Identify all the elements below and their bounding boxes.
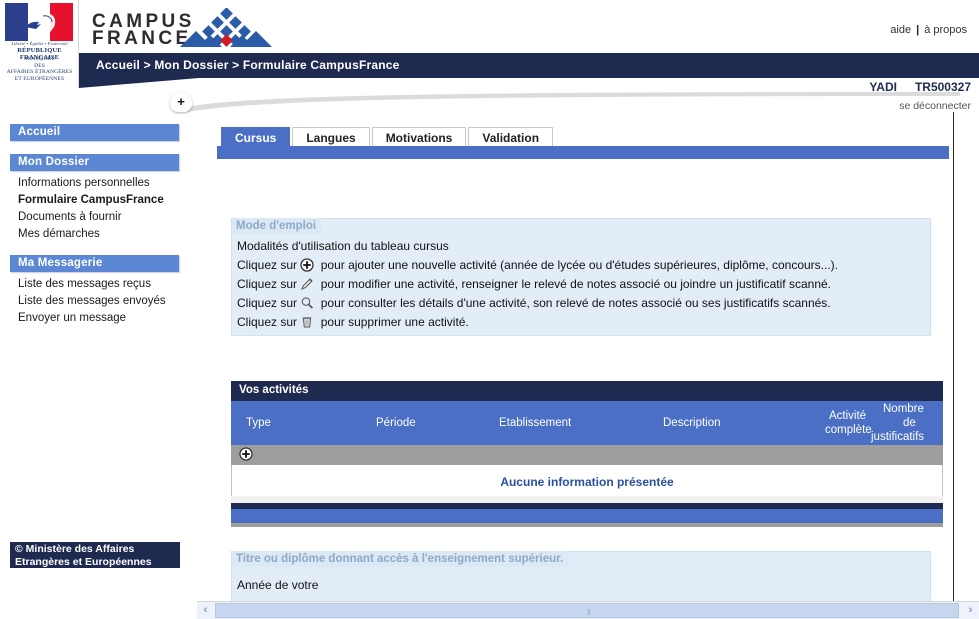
magnifier-icon[interactable] <box>300 296 317 310</box>
activities-footer-grey-bar <box>231 523 943 527</box>
mode-emploi-line-delete: Cliquez sur pour supprimer une activité. <box>237 315 469 329</box>
mode-line-prefix-4: Cliquez sur <box>237 315 298 329</box>
activities-gap <box>231 496 943 503</box>
sidebar-dossier-links: Informations personnelles Formulaire Cam… <box>0 174 195 242</box>
tab-underline-bar <box>217 146 949 159</box>
tab-bar: Cursus Langues Motivations Validation <box>221 127 555 148</box>
sidebar-item-formulaire-campusfrance[interactable]: Formulaire CampusFrance <box>0 191 195 208</box>
mode-line-text-1: pour ajouter une nouvelle activité (anné… <box>320 258 838 272</box>
mode-line-text-3: pour consulter les détails d'une activit… <box>320 296 831 310</box>
sidebar-item-informations-personnelles[interactable]: Informations personnelles <box>0 174 195 191</box>
campus-france-logo[interactable]: CAMPUS FRANCE <box>92 8 272 54</box>
mode-line-prefix-3: Cliquez sur <box>237 296 298 310</box>
about-link[interactable]: à propos <box>924 24 967 36</box>
ministere-line-1: MINISTÈRE <box>24 56 55 62</box>
activities-table: Vos activités Type Période Etablissement… <box>231 381 943 527</box>
user-id: TR500327 <box>914 80 971 94</box>
column-etablissement: Etablissement <box>499 417 572 429</box>
sidebar-item-messages-envoyes[interactable]: Liste des messages envoyés <box>0 292 195 309</box>
tab-cursus[interactable]: Cursus <box>221 127 291 148</box>
ministere-block: MINISTÈRE DES AFFAIRES ÉTRANGÈRES ET EUR… <box>0 56 78 82</box>
column-type: Type <box>246 417 271 429</box>
mode-emploi-intro: Modalités d'utilisation du tableau cursu… <box>237 239 449 253</box>
scroll-left-arrow[interactable]: ‹ <box>197 602 214 619</box>
ministere-line-3: AFFAIRES ÉTRANGÈRES <box>6 69 73 76</box>
activities-title: Vos activités <box>231 381 943 401</box>
user-info: YADI TR500327 <box>869 80 971 94</box>
sidebar-gutter <box>188 118 196 601</box>
plus-circle-icon[interactable] <box>300 258 317 272</box>
mode-emploi-fieldset: Mode d'emploi Modalités d'utilisation du… <box>231 218 931 336</box>
column-activite-complete-line1: Activité <box>829 410 867 422</box>
mode-emploi-line-view: Cliquez sur pour consulter les détails d… <box>237 296 831 310</box>
sidebar-item-mes-demarches[interactable]: Mes démarches <box>0 225 195 242</box>
activities-footer-blue-bar <box>231 509 943 523</box>
sidebar-section-accueil[interactable]: Accueil <box>10 124 179 141</box>
add-activity-button[interactable] <box>239 447 253 464</box>
page-header: Liberté • Égalité • Fraternité RÉPUBLIQU… <box>0 0 979 112</box>
column-nombre-line3: justificatifs <box>871 431 925 443</box>
activities-add-row <box>231 445 943 465</box>
tab-motivations[interactable]: Motivations <box>371 127 467 148</box>
activities-empty-message: Aucune information présentée <box>231 471 943 496</box>
header-swoosh-decoration <box>180 92 960 112</box>
marianne-profile-icon <box>25 13 56 34</box>
main-inner: Cursus Langues Motivations Validation Mo… <box>197 118 953 601</box>
mode-emploi-line-add: Cliquez sur pour ajouter une nouvelle ac… <box>237 258 838 272</box>
sidebar-item-envoyer-message[interactable]: Envoyer un message <box>0 309 195 326</box>
scrollbar-grip-icon: ‖ <box>587 608 591 617</box>
mode-line-prefix-2: Cliquez sur <box>237 277 298 291</box>
mode-emploi-line-edit: Cliquez sur pour modifier une activité, … <box>237 277 831 291</box>
column-nombre-line2: de <box>903 417 916 429</box>
tab-validation[interactable]: Validation <box>468 127 554 148</box>
mode-emploi-legend: Mode d'emploi <box>232 218 322 234</box>
mode-line-prefix-1: Cliquez sur <box>237 258 298 272</box>
sidebar-item-documents-a-fournir[interactable]: Documents à fournir <box>0 208 195 225</box>
sidebar-item-messages-recus[interactable]: Liste des messages reçus <box>0 275 195 292</box>
column-periode: Période <box>376 417 416 429</box>
page-root: Liberté • Égalité • Fraternité RÉPUBLIQU… <box>0 0 979 619</box>
sidebar-messagerie-links: Liste des messages reçus Liste des messa… <box>0 275 195 326</box>
column-activite-complete-line2: complète <box>825 424 872 436</box>
pencil-icon[interactable] <box>300 277 317 291</box>
main-content: Cursus Langues Motivations Validation Mo… <box>197 118 953 601</box>
devise-text: Liberté • Égalité • Fraternité <box>11 41 68 46</box>
scrollbar-thumb[interactable]: ‖ <box>215 603 959 618</box>
column-nombre-line1: Nombre <box>883 403 924 415</box>
column-description: Description <box>663 417 721 429</box>
diplome-label-annee: Année de votre <box>237 578 319 592</box>
trash-icon[interactable] <box>300 315 317 329</box>
sidebar: Accueil Mon Dossier Informations personn… <box>0 118 196 601</box>
mode-line-text-4: pour supprimer une activité. <box>320 315 469 329</box>
pyramid-diamonds-icon <box>180 8 272 47</box>
government-logo: Liberté • Égalité • Fraternité RÉPUBLIQU… <box>0 0 79 88</box>
logout-link[interactable]: se déconnecter <box>899 100 971 112</box>
copyright-line-1: © Ministère des Affaires <box>15 543 135 555</box>
activities-table-header: Type Période Etablissement Description A… <box>231 401 943 445</box>
breadcrumb-notch <box>79 78 199 88</box>
breadcrumb-bar: Accueil > Mon Dossier > Formulaire Campu… <box>79 53 979 78</box>
diplome-fieldset: Titre ou diplôme donnant accès à l'ensei… <box>231 551 931 601</box>
french-flag-marianne-icon <box>5 3 73 41</box>
copyright-line-2: Etrangères et Européennes <box>15 555 152 568</box>
add-tab-button[interactable]: + <box>170 92 192 112</box>
scroll-right-arrow[interactable]: › <box>962 602 979 619</box>
sidebar-section-mon-dossier[interactable]: Mon Dossier <box>10 154 179 171</box>
sidebar-footer-copyright: © Ministère des Affaires Etrangères et E… <box>10 542 180 568</box>
header-utility-links: aide | à propos <box>890 24 967 36</box>
tab-langues[interactable]: Langues <box>292 127 370 148</box>
diplome-legend: Titre ou diplôme donnant accès à l'ensei… <box>232 551 569 567</box>
horizontal-scrollbar[interactable]: ‹ ‖ › <box>197 601 979 619</box>
breadcrumb[interactable]: Accueil > Mon Dossier > Formulaire Campu… <box>96 58 400 72</box>
user-name: YADI <box>869 80 897 94</box>
cursus-panel: Mode d'emploi Modalités d'utilisation du… <box>217 159 949 601</box>
mode-line-text-2: pour modifier une activité, renseigner l… <box>320 277 832 291</box>
right-margin <box>954 112 979 601</box>
sidebar-section-ma-messagerie[interactable]: Ma Messagerie <box>10 255 179 272</box>
help-link[interactable]: aide <box>890 24 911 36</box>
link-separator: | <box>916 24 920 36</box>
ministere-line-4: ET EUROPÉENNES <box>14 75 65 82</box>
